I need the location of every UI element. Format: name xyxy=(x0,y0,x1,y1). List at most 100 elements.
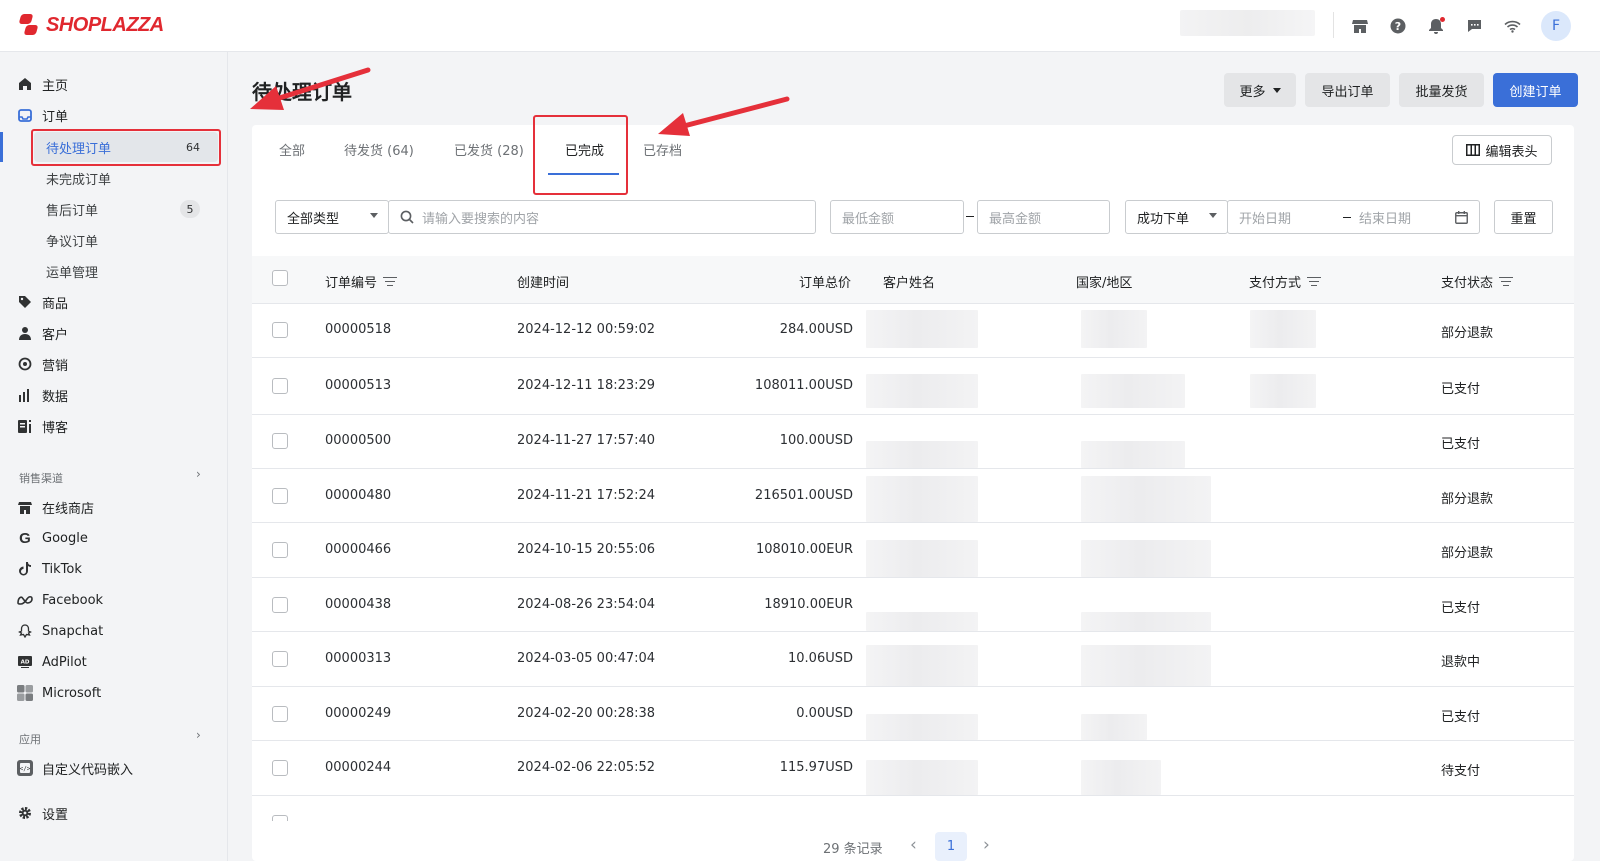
max-amount-input[interactable]: 最高金额 xyxy=(977,200,1110,234)
tiktok-icon xyxy=(17,561,33,577)
row-checkbox-partial[interactable] xyxy=(272,815,288,821)
payment-status: 部分退款 xyxy=(1441,546,1494,561)
google-icon: G xyxy=(19,529,31,547)
order-number-link[interactable]: 00000480 xyxy=(325,488,391,503)
column-header-order-no[interactable]: 订单编号 xyxy=(325,272,398,291)
order-number-link[interactable]: 00000513 xyxy=(325,378,391,393)
edit-columns-button[interactable]: 编辑表头 xyxy=(1452,135,1552,165)
redacted-cell xyxy=(1081,310,1147,348)
column-header-customer: 客户姓名 xyxy=(883,276,936,291)
row-checkbox[interactable] xyxy=(272,378,288,394)
sidebar-item-settings[interactable]: 设置 xyxy=(0,798,228,828)
order-number-link[interactable]: 00000244 xyxy=(325,760,391,775)
more-button[interactable]: 更多 xyxy=(1224,73,1296,107)
page-number[interactable]: 1 xyxy=(935,832,967,861)
sidebar-item-blog[interactable]: 博客 xyxy=(0,411,228,441)
columns-icon xyxy=(1466,144,1481,156)
shoplazza-logo[interactable]: SHOPLAZZA xyxy=(18,13,164,37)
sidebar-item-snapchat[interactable]: Snapchat xyxy=(0,616,228,646)
row-divider xyxy=(252,631,1574,632)
prev-page-icon[interactable]: ‹ xyxy=(910,835,917,855)
divider xyxy=(1333,12,1334,38)
order-type-select[interactable]: 全部类型 xyxy=(275,200,389,234)
row-checkbox[interactable] xyxy=(272,706,288,722)
sidebar-item-disputes[interactable]: 争议订单 xyxy=(0,225,228,255)
order-number-link[interactable]: 00000249 xyxy=(325,706,391,721)
store-icon[interactable] xyxy=(1350,16,1370,36)
sidebar-item-label: 订单 xyxy=(42,109,69,125)
created-time: 2024-11-27 17:57:40 xyxy=(517,433,656,448)
bell-icon[interactable] xyxy=(1426,16,1446,36)
sidebar-item-microsoft[interactable]: Microsoft xyxy=(0,678,228,708)
sidebar-item-marketing[interactable]: 营销 xyxy=(0,349,228,379)
min-amount-input[interactable]: 最低金额 xyxy=(830,200,964,234)
redacted-cell xyxy=(1081,441,1185,468)
order-number-link[interactable]: 00000313 xyxy=(325,651,391,666)
order-number-link[interactable]: 00000438 xyxy=(325,597,391,612)
tab-shipped[interactable]: 已发货 (28) xyxy=(454,140,524,159)
payment-status: 已支付 xyxy=(1441,601,1481,616)
sidebar-item-google[interactable]: G Google xyxy=(0,523,228,553)
filter-icon[interactable] xyxy=(1307,276,1322,287)
reset-button[interactable]: 重置 xyxy=(1494,200,1553,234)
order-number-link[interactable]: 00000518 xyxy=(325,322,391,337)
sidebar-item-custom-code[interactable]: </> 自定义代码嵌入 xyxy=(0,753,228,783)
filter-icon[interactable] xyxy=(383,276,398,287)
row-checkbox[interactable] xyxy=(272,651,288,667)
chat-icon[interactable] xyxy=(1464,16,1484,36)
row-checkbox[interactable] xyxy=(272,322,288,338)
chevron-right-icon[interactable]: › xyxy=(196,728,201,742)
row-checkbox[interactable] xyxy=(272,597,288,613)
sidebar-item-customers[interactable]: 客户 xyxy=(0,318,228,348)
order-total: 216501.00USD xyxy=(754,488,853,503)
svg-text:</>: </> xyxy=(20,766,31,773)
sidebar-item-facebook[interactable]: Facebook xyxy=(0,585,228,615)
tab-to-ship[interactable]: 待发货 (64) xyxy=(344,140,414,159)
tab-all[interactable]: 全部 xyxy=(279,140,305,159)
chevron-right-icon[interactable]: › xyxy=(196,467,201,481)
sidebar-item-adpilot[interactable]: AD AdPilot xyxy=(0,647,228,677)
row-checkbox[interactable] xyxy=(272,760,288,776)
sidebar-item-orders[interactable]: 订单 xyxy=(0,100,228,130)
search-input[interactable]: 请输入要搜索的内容 xyxy=(388,200,816,234)
row-checkbox[interactable] xyxy=(272,542,288,558)
row-divider xyxy=(252,357,1574,358)
column-header-payment-status[interactable]: 支付状态 xyxy=(1441,272,1514,291)
export-orders-button[interactable]: 导出订单 xyxy=(1305,73,1390,107)
row-checkbox[interactable] xyxy=(272,488,288,504)
created-time: 2024-03-05 00:47:04 xyxy=(517,651,656,666)
row-checkbox[interactable] xyxy=(272,433,288,449)
max-amount-placeholder: 最高金额 xyxy=(989,211,1042,227)
help-icon[interactable]: ? xyxy=(1388,16,1408,36)
select-all-checkbox[interactable] xyxy=(272,270,288,286)
order-number-link[interactable]: 00000500 xyxy=(325,433,391,448)
created-time: 2024-12-12 00:59:02 xyxy=(517,322,656,337)
wifi-icon[interactable] xyxy=(1502,16,1522,36)
count-badge: 5 xyxy=(180,200,200,218)
order-status-select[interactable]: 成功下单 xyxy=(1125,200,1228,234)
range-dash xyxy=(1343,217,1351,218)
column-header-payment-method[interactable]: 支付方式 xyxy=(1249,272,1322,291)
sidebar-item-tiktok[interactable]: TikTok xyxy=(0,554,228,584)
avatar[interactable]: F xyxy=(1541,11,1571,41)
section-heading-apps: 应用 xyxy=(19,733,41,746)
next-page-icon[interactable]: › xyxy=(983,835,990,855)
column-header-country: 国家/地区 xyxy=(1076,276,1133,291)
tab-archived[interactable]: 已存档 xyxy=(643,140,682,159)
sidebar-item-home[interactable]: 主页 xyxy=(0,69,228,99)
redacted-cell xyxy=(866,760,978,795)
sidebar-item-online-store[interactable]: 在线商店 xyxy=(0,492,228,522)
create-order-button[interactable]: 创建订单 xyxy=(1493,73,1578,107)
date-range-picker[interactable]: 开始日期 结束日期 xyxy=(1227,200,1480,234)
calendar-icon xyxy=(1455,211,1468,224)
sidebar-item-analytics[interactable]: 数据 xyxy=(0,380,228,410)
sidebar-item-products[interactable]: 商品 xyxy=(0,287,228,317)
sidebar-item-shipments[interactable]: 运单管理 xyxy=(0,256,228,286)
sidebar-item-unfinished-orders[interactable]: 未完成订单 xyxy=(0,163,228,193)
redacted-cell xyxy=(866,310,978,348)
order-number-link[interactable]: 00000466 xyxy=(325,542,391,557)
filter-icon[interactable] xyxy=(1499,276,1514,287)
bulk-ship-button[interactable]: 批量发货 xyxy=(1399,73,1484,107)
sidebar-item-label: 营销 xyxy=(42,358,69,374)
sidebar-item-after-sales[interactable]: 售后订单 5 xyxy=(0,194,228,224)
